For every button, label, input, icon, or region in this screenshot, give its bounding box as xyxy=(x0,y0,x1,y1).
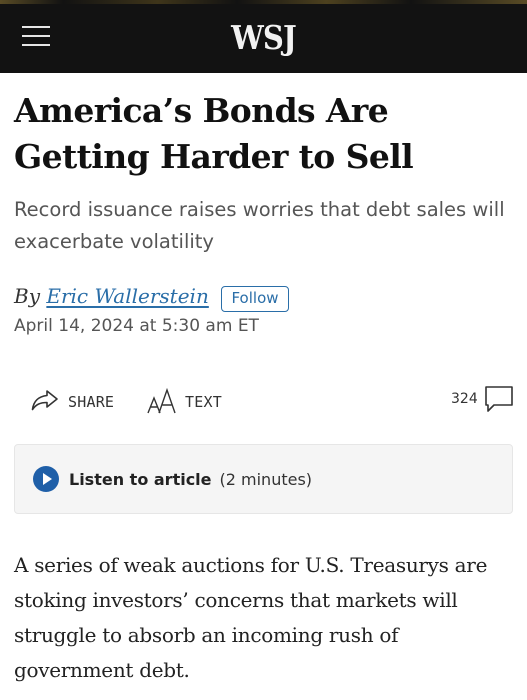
top-nav-bar: WSJ xyxy=(0,0,527,73)
article-dek: Record issuance raises worries that debt… xyxy=(14,198,505,253)
wsj-logo[interactable]: WSJ xyxy=(32,18,496,57)
comment-bubble-icon xyxy=(484,385,514,420)
text-size-icon xyxy=(147,387,177,417)
listen-to-article[interactable]: Listen to article (2 minutes) xyxy=(14,444,513,514)
top-decorative-strip xyxy=(0,0,527,4)
article-body-paragraph: A series of weak auctions for U.S. Treas… xyxy=(14,553,488,682)
listen-label: Listen to article xyxy=(69,469,212,489)
text-size-button[interactable]: TEXT xyxy=(147,386,222,418)
share-arrow-icon xyxy=(30,388,60,417)
share-button[interactable]: SHARE xyxy=(30,386,114,418)
follow-button[interactable]: Follow xyxy=(221,286,289,312)
comment-count: 324 xyxy=(451,391,478,407)
text-size-label: TEXT xyxy=(185,393,222,411)
byline: By Eric Wallerstein xyxy=(14,284,209,308)
comments-button[interactable]: 324 xyxy=(451,385,514,417)
share-label: SHARE xyxy=(68,393,115,411)
publish-date: April 14, 2024 at 5:30 am ET xyxy=(14,316,259,336)
byline-prefix: By xyxy=(14,284,47,308)
listen-duration: (2 minutes) xyxy=(219,469,313,489)
author-link[interactable]: Eric Wallerstein xyxy=(46,284,208,308)
play-icon[interactable] xyxy=(33,466,59,492)
article-headline: America’s Bonds Are Getting Harder to Se… xyxy=(14,91,414,176)
